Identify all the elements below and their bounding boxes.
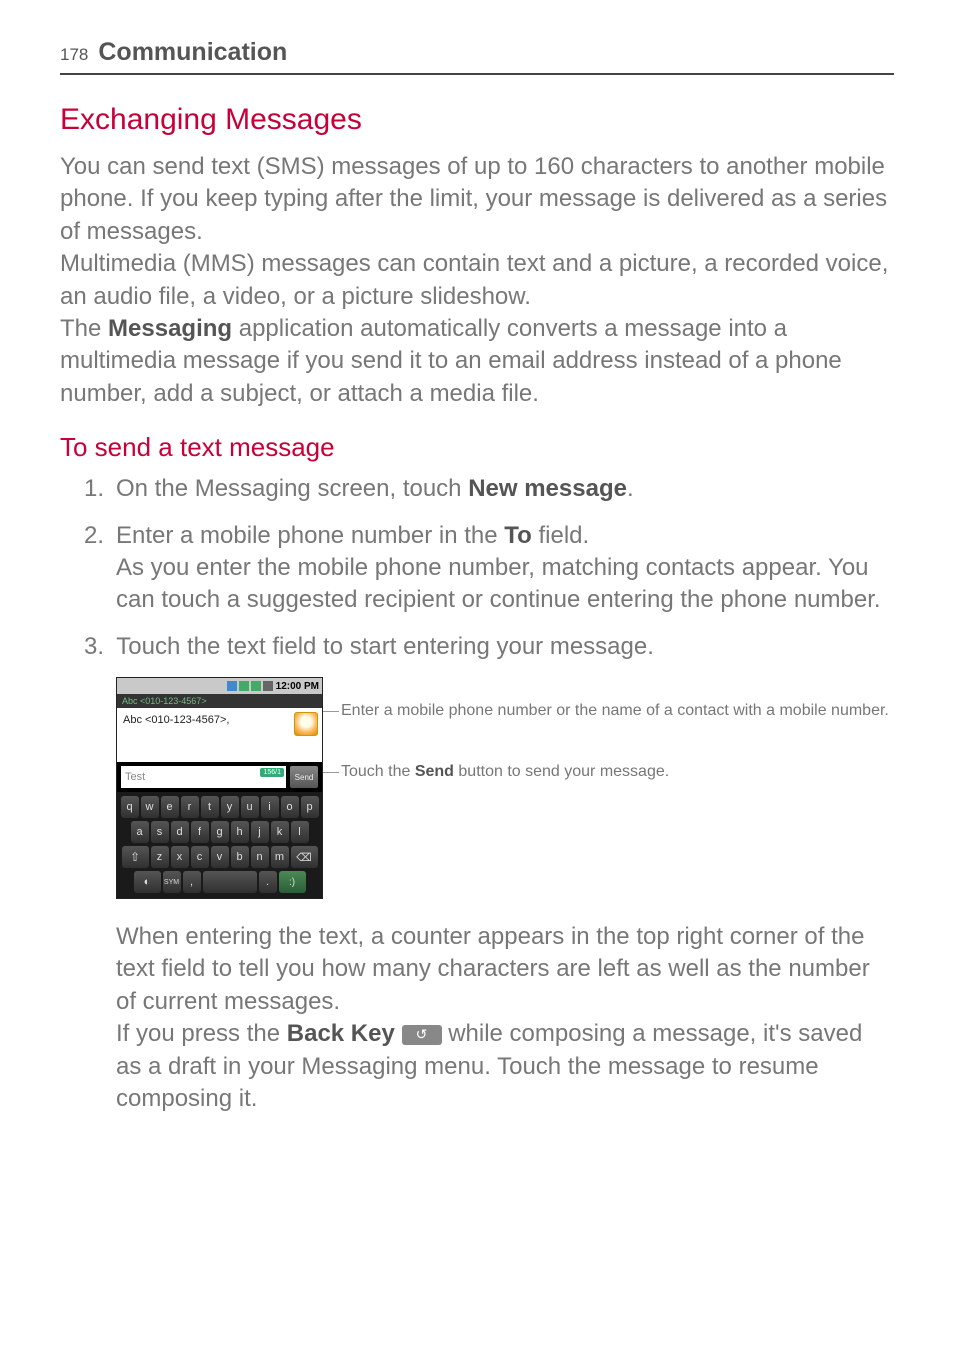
key-g[interactable]: g [211,821,229,843]
step-2-b: field. [532,522,589,549]
key-j[interactable]: j [251,821,269,843]
header-title: Communication [98,38,287,67]
back-key-icon [402,1025,442,1045]
send-button[interactable]: Send [290,766,318,788]
key-l[interactable]: l [291,821,309,843]
key-i[interactable]: i [261,796,279,818]
key-o[interactable]: o [281,796,299,818]
step-number: 2. [84,520,104,552]
status-icons [227,681,273,691]
char-counter: 156/1 [260,768,284,777]
key-delete[interactable]: ⌫ [291,846,318,868]
callout-line [323,711,339,712]
intro-paragraph: You can send text (SMS) messages of up t… [60,151,894,410]
key-d[interactable]: d [171,821,189,843]
step-1-a: On the Messaging screen, touch [116,475,468,502]
callout-line [323,772,339,773]
step-2-c: As you enter the mobile phone number, ma… [116,554,881,613]
key-a[interactable]: a [131,821,149,843]
key-v[interactable]: v [211,846,229,868]
message-row: Test 156/1 Send [117,762,322,792]
step-number: 1. [84,473,104,505]
key-f[interactable]: f [191,821,209,843]
message-text: Test [125,771,145,783]
figure-callouts: Enter a mobile phone number or the name … [323,677,894,823]
key-m[interactable]: m [271,846,289,868]
key-dot[interactable]: . [259,871,277,893]
key-b[interactable]: b [231,846,249,868]
to-field[interactable]: Abc <010-123-4567>, [117,708,290,762]
recipient-hint-bar: Abc <010-123-4567> [117,694,322,708]
intro-p2: Multimedia (MMS) messages can contain te… [60,250,888,309]
step-number: 3. [84,633,104,660]
key-w[interactable]: w [141,796,159,818]
to-row: Abc <010-123-4567>, [117,708,322,762]
after-p2a: If you press the [116,1020,287,1047]
page-number: 178 [60,45,88,65]
step-1-b: . [627,475,634,502]
step-1-bold: New message [468,475,627,502]
key-p[interactable]: p [301,796,319,818]
steps-list: 1. On the Messaging screen, touch New me… [60,473,894,663]
key-comma[interactable]: , [183,871,201,893]
key-r[interactable]: r [181,796,199,818]
callout-2-a: Touch the [341,763,415,780]
keyboard: q w e r t y u i o p a s d f g h [117,792,322,898]
key-y[interactable]: y [221,796,239,818]
step-1: 1. On the Messaging screen, touch New me… [116,473,894,505]
phone-screenshot: 12:00 PM Abc <010-123-4567> Abc <010-123… [116,677,323,899]
after-p1: When entering the text, a counter appear… [116,923,870,1015]
status-time: 12:00 PM [276,681,319,692]
step-2-a: Enter a mobile phone number in the [116,522,504,549]
callout-2: Touch the Send button to send your messa… [341,762,894,783]
figure-block: 12:00 PM Abc <010-123-4567> Abc <010-123… [116,677,894,899]
key-t[interactable]: t [201,796,219,818]
after-figure-text: When entering the text, a counter appear… [116,921,894,1115]
after-p2-bold: Back Key [287,1020,395,1047]
key-k[interactable]: k [271,821,289,843]
signal-icon [239,681,249,691]
step-2: 2. Enter a mobile phone number in the To… [116,520,894,617]
intro-p3-bold: Messaging [108,315,232,342]
key-c[interactable]: c [191,846,209,868]
key-z[interactable]: z [151,846,169,868]
key-smile[interactable]: :) [279,871,306,893]
step-3-a: Touch the text field to start entering y… [116,633,654,660]
callout-2-bold: Send [415,763,454,780]
step-2-bold: To [504,522,532,549]
key-h[interactable]: h [231,821,249,843]
key-s[interactable]: s [151,821,169,843]
key-sym[interactable]: SYM [163,871,181,893]
message-input[interactable]: Test 156/1 [121,766,286,788]
signal-icon [251,681,261,691]
status-icon [227,681,237,691]
intro-p3a: The [60,315,108,342]
battery-icon [263,681,273,691]
key-e[interactable]: e [161,796,179,818]
page-header: 178 Communication [60,38,894,75]
callout-1-text: Enter a mobile phone number or the name … [341,702,889,719]
key-mode[interactable]: ◐ [134,871,161,893]
key-q[interactable]: q [121,796,139,818]
intro-p1: You can send text (SMS) messages of up t… [60,153,887,245]
key-u[interactable]: u [241,796,259,818]
callout-1: Enter a mobile phone number or the name … [341,701,894,722]
status-bar: 12:00 PM [117,678,322,694]
section-heading: Exchanging Messages [60,103,894,137]
key-n[interactable]: n [251,846,269,868]
key-space[interactable] [203,871,257,893]
step-3: 3. Touch the text field to start enterin… [84,631,894,663]
callout-2-b: button to send your message. [454,763,669,780]
key-x[interactable]: x [171,846,189,868]
key-shift[interactable]: ⇧ [122,846,149,868]
subsection-heading: To send a text message [60,432,894,463]
contact-picker-icon[interactable] [294,712,318,736]
